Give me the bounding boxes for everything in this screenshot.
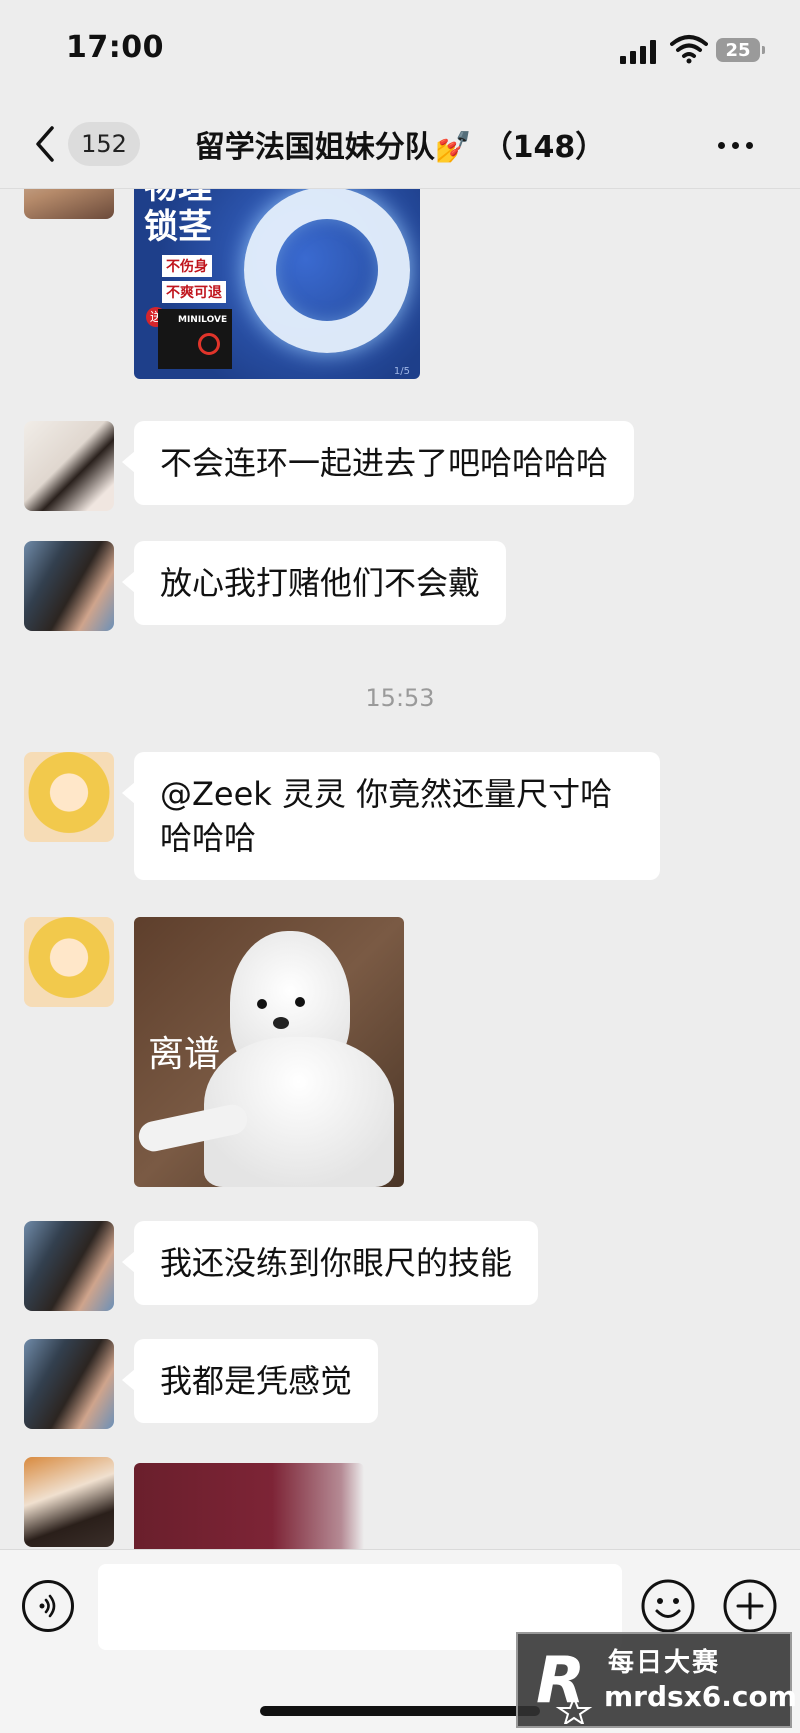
message-timestamp: 15:53: [365, 684, 435, 712]
avatar[interactable]: [24, 1457, 114, 1547]
dog-nose: [273, 1017, 289, 1029]
message-bubble[interactable]: @Zeek 灵灵 你竟然还量尺寸哈哈哈哈: [122, 752, 660, 880]
avatar[interactable]: [24, 917, 114, 1007]
signal-icon: [620, 40, 656, 64]
battery-icon: 25: [716, 38, 765, 62]
chat-header: 152 留学法国姐妹分队💅 （148）: [0, 100, 800, 189]
avatar[interactable]: [24, 189, 114, 219]
wifi-icon: [670, 35, 708, 64]
avatar[interactable]: [24, 752, 114, 842]
group-title[interactable]: 留学法国姐妹分队💅 （148）: [0, 122, 800, 166]
avatar[interactable]: [24, 1221, 114, 1311]
page-indicator: 1/5: [393, 366, 410, 377]
product-headline: 物理锁茎: [144, 189, 212, 247]
dog-eye: [295, 997, 305, 1007]
emoji-icon[interactable]: [640, 1578, 696, 1634]
product-image-message[interactable]: 物理锁茎 不伤身 不爽可退 送 MINILOVE 1/5: [134, 189, 420, 379]
image-message[interactable]: [134, 1463, 364, 1549]
sticker-message[interactable]: 离谱: [134, 917, 404, 1187]
watermark-title: 每日大赛: [608, 1648, 721, 1678]
message-bubble[interactable]: 我还没练到你眼尺的技能: [121, 1221, 539, 1305]
chat-message-list[interactable]: 物理锁茎 不伤身 不爽可退 送 MINILOVE 1/5 不会连环一起进去了吧哈…: [0, 189, 800, 1549]
red-ring-logo: [198, 333, 220, 355]
status-bar: 17:00 25: [0, 0, 800, 100]
avatar[interactable]: [24, 1339, 114, 1429]
silicone-ring: [244, 189, 410, 353]
sticker-caption: 离谱: [148, 1034, 221, 1075]
message-bubble[interactable]: 放心我打赌他们不会戴: [121, 541, 507, 625]
product-tag: 不伤身: [162, 255, 212, 277]
watermark-logo-icon: R: [536, 1644, 593, 1724]
status-time: 17:00: [66, 30, 164, 65]
avatar[interactable]: [24, 541, 114, 631]
message-bubble[interactable]: 我都是凭感觉: [121, 1339, 379, 1423]
voice-icon[interactable]: [22, 1580, 74, 1632]
watermark: R 每日大赛 mrdsx6.com: [516, 1632, 797, 1728]
watermark-url: mrdsx6.com: [604, 1680, 797, 1713]
plus-icon[interactable]: [722, 1578, 778, 1634]
product-brand: MINILOVE: [178, 315, 228, 325]
message-bubble[interactable]: 不会连环一起进去了吧哈哈哈哈: [121, 421, 635, 505]
product-tag: 不爽可退: [162, 281, 226, 303]
product-box: MINILOVE: [158, 309, 232, 369]
dog-eye: [257, 999, 267, 1009]
avatar[interactable]: [24, 421, 114, 511]
more-dots-icon[interactable]: [718, 142, 753, 149]
home-indicator: [260, 1706, 540, 1716]
battery-level: 25: [725, 39, 751, 61]
